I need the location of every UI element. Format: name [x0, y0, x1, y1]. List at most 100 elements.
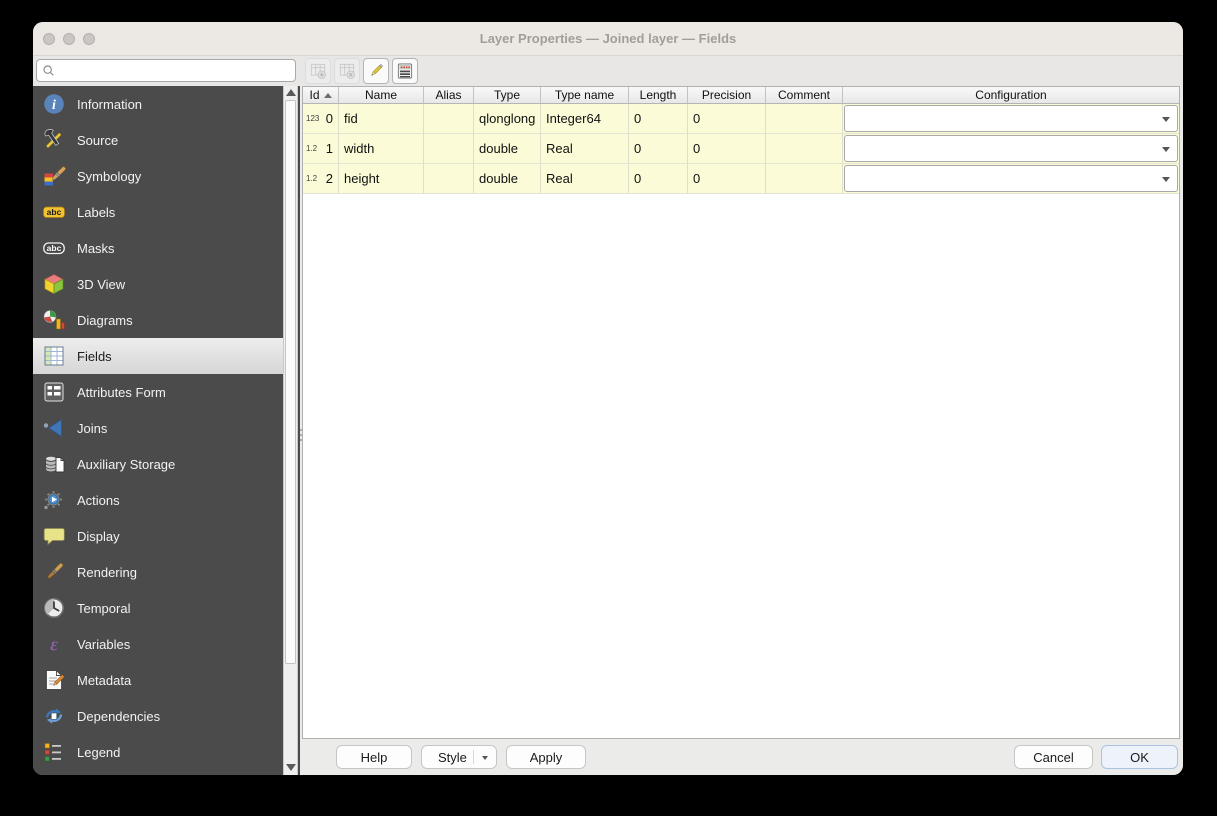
fields-panel: Id Name Alias Type Type name Length Prec… [302, 86, 1180, 739]
style-menu-button[interactable]: Style [421, 745, 497, 769]
sidebar-item-variables[interactable]: ε Variables [33, 626, 283, 662]
search-input[interactable] [59, 61, 289, 80]
sidebar-item-masks[interactable]: abc Masks [33, 230, 283, 266]
column-header-configuration[interactable]: Configuration [843, 87, 1179, 104]
table-header-row: Id Name Alias Type Type name Length Prec… [303, 87, 1179, 104]
sidebar-item-diagrams[interactable]: Diagrams [33, 302, 283, 338]
type-name-cell[interactable]: Real [541, 164, 629, 194]
close-window-button[interactable] [43, 33, 55, 45]
sidebar-item-fields[interactable]: Fields [33, 338, 283, 374]
name-cell[interactable]: width [339, 134, 424, 164]
sidebar-search[interactable] [36, 59, 296, 82]
column-header-type-name[interactable]: Type name [541, 87, 629, 104]
configuration-dropdown[interactable] [844, 165, 1178, 192]
field-calculator-button[interactable] [392, 58, 418, 84]
zoom-window-button[interactable] [83, 33, 95, 45]
sidebar-item-label: Rendering [77, 564, 137, 580]
sidebar-item-metadata[interactable]: Metadata [33, 662, 283, 698]
style-button-label: Style [438, 749, 467, 765]
sidebar-item-source[interactable]: Source [33, 122, 283, 158]
column-header-name[interactable]: Name [339, 87, 424, 104]
comment-cell[interactable] [766, 104, 843, 134]
sidebar-item-symbology[interactable]: Symbology [33, 158, 283, 194]
cube-3d-icon [42, 272, 68, 296]
column-header-length[interactable]: Length [629, 87, 688, 104]
alias-cell[interactable] [424, 104, 474, 134]
type-cell[interactable]: double [474, 164, 541, 194]
sidebar-item-labels[interactable]: abc Labels [33, 194, 283, 230]
speech-bubble-icon [42, 524, 68, 548]
field-id: 1 [325, 141, 333, 156]
column-header-id[interactable]: Id [303, 87, 339, 104]
name-cell[interactable]: fid [339, 104, 424, 134]
id-cell[interactable]: 1.2 1 [303, 134, 339, 164]
sidebar-item-information[interactable]: i Information [33, 86, 283, 122]
length-cell[interactable]: 0 [629, 164, 688, 194]
type-cell[interactable]: qlonglong [474, 104, 541, 134]
sidebar-item-dependencies[interactable]: Dependencies [33, 698, 283, 734]
circular-arrows-icon [42, 704, 68, 728]
titlebar: Layer Properties — Joined layer — Fields [33, 22, 1183, 56]
sidebar-item-rendering[interactable]: Rendering [33, 554, 283, 590]
id-cell[interactable]: 1.2 2 [303, 164, 339, 194]
precision-cell[interactable]: 0 [688, 164, 766, 194]
chevron-down-icon [1162, 177, 1170, 182]
sidebar-item-actions[interactable]: Actions [33, 482, 283, 518]
precision-cell[interactable]: 0 [688, 104, 766, 134]
alias-cell[interactable] [424, 164, 474, 194]
field-id: 0 [325, 111, 333, 126]
window-title: Layer Properties — Joined layer — Fields [479, 31, 737, 46]
scroll-down-arrow-icon[interactable] [286, 764, 296, 771]
fields-toolbar [305, 58, 418, 84]
chevron-down-icon [1162, 117, 1170, 122]
type-cell[interactable]: double [474, 134, 541, 164]
sidebar-item-label: Actions [77, 492, 120, 508]
precision-cell[interactable]: 0 [688, 134, 766, 164]
cancel-button[interactable]: Cancel [1014, 745, 1093, 769]
id-cell[interactable]: 123 0 [303, 104, 339, 134]
configuration-dropdown[interactable] [844, 135, 1178, 162]
sidebar-item-3d-view[interactable]: 3D View [33, 266, 283, 302]
column-header-precision[interactable]: Precision [688, 87, 766, 104]
configuration-dropdown[interactable] [844, 105, 1178, 132]
column-header-comment[interactable]: Comment [766, 87, 843, 104]
help-button[interactable]: Help [336, 745, 412, 769]
ok-button[interactable]: OK [1101, 745, 1178, 769]
sidebar-item-label: Masks [77, 240, 115, 256]
scroll-up-arrow-icon[interactable] [286, 89, 296, 96]
type-name-cell[interactable]: Real [541, 134, 629, 164]
toggle-editing-button[interactable] [363, 58, 389, 84]
abc-mask-icon: abc [42, 236, 68, 260]
alias-cell[interactable] [424, 134, 474, 164]
name-cell[interactable]: height [339, 164, 424, 194]
length-cell[interactable]: 0 [629, 104, 688, 134]
length-cell[interactable]: 0 [629, 134, 688, 164]
configuration-cell [843, 164, 1179, 194]
sidebar-item-legend[interactable]: Legend [33, 734, 283, 770]
sidebar-item-temporal[interactable]: Temporal [33, 590, 283, 626]
sidebar-item-attributes-form[interactable]: Attributes Form [33, 374, 283, 410]
paintbrush-icon [42, 560, 68, 584]
sidebar-list: i Information Source Symbology abc Label… [33, 86, 283, 770]
scrollbar-thumb[interactable] [285, 100, 296, 664]
ok-button-label: OK [1130, 749, 1149, 765]
column-header-label: Type [493, 88, 520, 102]
sidebar-item-label: Joins [77, 420, 108, 436]
field-type-badge: 123 [306, 114, 320, 123]
layer-properties-dialog: Layer Properties — Joined layer — Fields [33, 22, 1183, 775]
sidebar-item-joins[interactable]: Joins [33, 410, 283, 446]
comment-cell[interactable] [766, 164, 843, 194]
delete-field-button [334, 58, 360, 84]
type-name-cell[interactable]: Integer64 [541, 104, 629, 134]
configuration-cell [843, 134, 1179, 164]
minimize-window-button[interactable] [63, 33, 75, 45]
sidebar-scrollbar[interactable] [283, 86, 298, 775]
column-header-type[interactable]: Type [474, 87, 541, 104]
sidebar-item-auxiliary-storage[interactable]: Auxiliary Storage [33, 446, 283, 482]
apply-button[interactable]: Apply [506, 745, 586, 769]
fields-table: Id Name Alias Type Type name Length Prec… [303, 87, 1179, 194]
sidebar-item-display[interactable]: Display [33, 518, 283, 554]
column-header-alias[interactable]: Alias [424, 87, 474, 104]
comment-cell[interactable] [766, 134, 843, 164]
svg-text:ε: ε [50, 635, 58, 656]
